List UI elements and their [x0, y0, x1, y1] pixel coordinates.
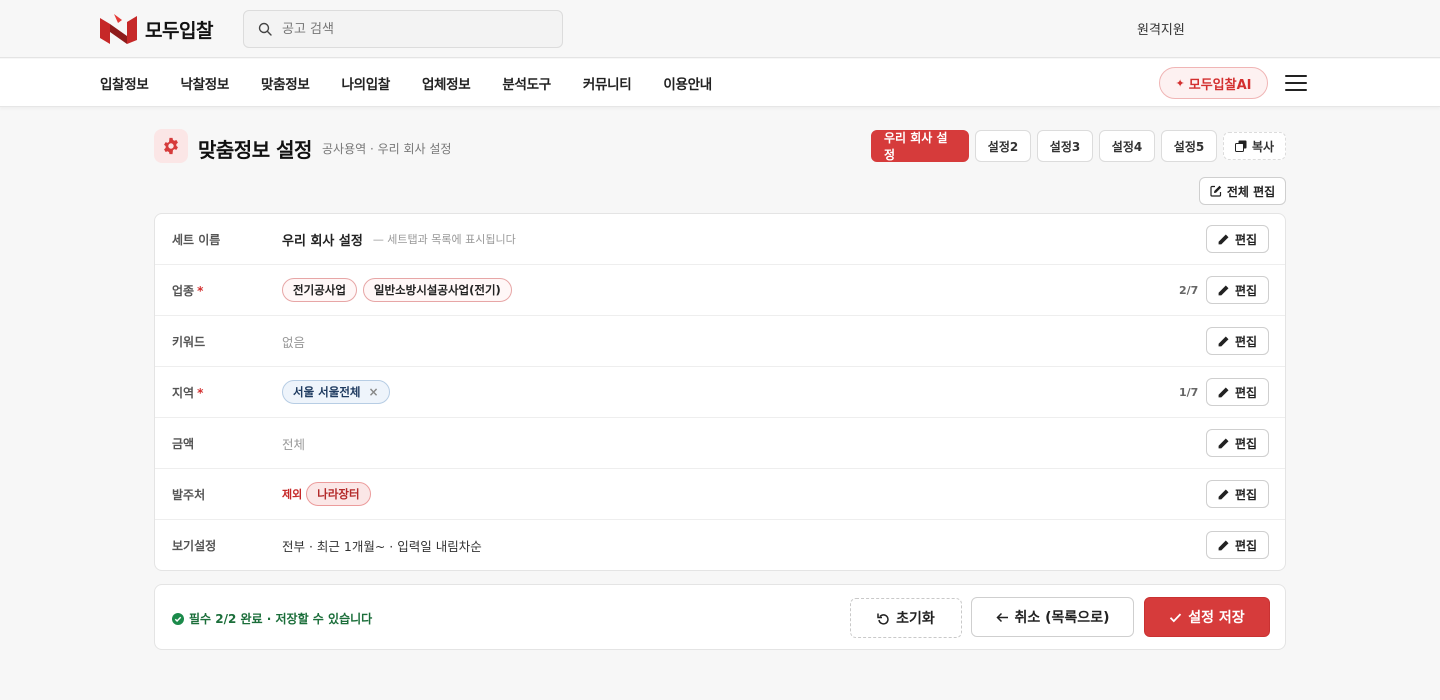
cancel-button[interactable]: 취소 (목록으로)	[971, 597, 1134, 637]
edit-label: 편집	[1234, 538, 1258, 553]
nav-item-custom-info[interactable]: 맞춤정보	[261, 73, 310, 93]
remove-icon[interactable]: ×	[368, 385, 378, 399]
status-message: 필수 2/2 완료 · 저장할 수 있습니다	[172, 610, 372, 627]
logo[interactable]: 모두입찰	[100, 14, 213, 44]
page-title: 맞춤정보 설정	[198, 138, 312, 162]
nav-item-community[interactable]: 커뮤니티	[583, 73, 632, 93]
copy-label: 복사	[1252, 139, 1275, 154]
tab-setting-4[interactable]: 설정4	[1099, 130, 1155, 162]
tab-setting-5[interactable]: 설정5	[1161, 130, 1217, 162]
row-amount: 금액 전체 편집	[155, 418, 1285, 469]
arrow-left-icon	[995, 612, 1008, 622]
amount-value: 전체	[282, 436, 306, 452]
remote-support-link[interactable]: 원격지원	[1137, 19, 1185, 38]
set-name-hint: — 세트탭과 목록에 표시됩니다	[372, 233, 516, 246]
keyword-value: 없음	[282, 334, 306, 350]
pencil-icon	[1218, 438, 1229, 448]
reset-label: 초기화	[896, 611, 935, 627]
edit-button-region[interactable]: 편집	[1206, 378, 1269, 406]
pencil-icon	[1218, 234, 1229, 244]
industry-count: 2/7	[1179, 283, 1199, 297]
region-chip: 서울 서울전체 ×	[282, 380, 390, 404]
main-nav: 입찰정보 낙찰정보 맞춤정보 나의입찰 업체정보 분석도구 커뮤니티 이용안내 …	[0, 59, 1440, 107]
copy-button[interactable]: 복사	[1223, 132, 1287, 160]
row-label: 지역 *	[172, 385, 204, 400]
orderer-chip[interactable]: 나라장터	[306, 482, 371, 506]
nav-item-my-bids[interactable]: 나의입찰	[341, 73, 390, 93]
edit-button-set-name[interactable]: 편집	[1206, 225, 1269, 253]
tab-setting-2[interactable]: 설정2	[975, 130, 1031, 162]
search-icon	[258, 22, 272, 36]
set-name-value: 우리 회사 설정	[282, 233, 363, 249]
edit-all-label: 전체 편집	[1226, 184, 1276, 199]
status-text: 필수 2/2 완료 · 저장할 수 있습니다	[189, 612, 373, 626]
view-settings-value: 전부 · 최근 1개월~ · 입력일 내림차순	[282, 539, 482, 554]
edit-label: 편집	[1234, 334, 1258, 349]
check-circle-icon	[172, 612, 184, 625]
settings-card: 세트 이름 우리 회사 설정 — 세트탭과 목록에 표시됩니다 편집 업종 * 전…	[154, 213, 1286, 571]
nav-item-bid-info[interactable]: 입찰정보	[100, 73, 149, 93]
cancel-label: 취소 (목록으로)	[1014, 610, 1110, 626]
ai-button-label: 모두입찰AI	[1188, 77, 1252, 93]
row-label: 키워드	[172, 334, 206, 349]
edit-label: 편집	[1234, 283, 1258, 298]
row-label: 보기설정	[172, 539, 217, 553]
edit-label: 편집	[1234, 385, 1258, 400]
search-input[interactable]	[282, 21, 542, 37]
edit-label: 편집	[1234, 436, 1258, 451]
edit-label: 편집	[1234, 487, 1258, 502]
industry-chip[interactable]: 전기공사업	[282, 278, 357, 302]
sparkle-icon: ✦	[1175, 76, 1185, 90]
pencil-icon	[1218, 387, 1229, 397]
edit-button-keyword[interactable]: 편집	[1206, 327, 1269, 355]
row-label: 세트 이름	[172, 232, 221, 247]
settings-tabs: 우리 회사 설정 설정2 설정3 설정4 설정5 복사	[871, 130, 1287, 162]
check-icon	[1170, 612, 1182, 622]
row-set-name: 세트 이름 우리 회사 설정 — 세트탭과 목록에 표시됩니다 편집	[155, 214, 1285, 265]
exclude-tag: 제외	[282, 488, 303, 501]
nav-item-company-info[interactable]: 업체정보	[422, 73, 471, 93]
region-chip-label: 서울 서울전체	[293, 385, 361, 399]
copy-icon	[1235, 140, 1247, 152]
row-region: 지역 * 서울 서울전체 × 1/7 편집	[155, 367, 1285, 418]
row-industry: 업종 * 전기공사업 일반소방시설공사업(전기) 2/7 편집	[155, 265, 1285, 316]
search-box[interactable]	[243, 10, 563, 48]
reset-button[interactable]: 초기화	[850, 598, 962, 638]
undo-icon	[877, 613, 889, 625]
gear-icon	[154, 129, 188, 163]
pencil-icon	[1218, 336, 1229, 346]
save-label: 설정 저장	[1188, 610, 1245, 626]
edit-button-view[interactable]: 편집	[1206, 531, 1269, 559]
pencil-icon	[1218, 540, 1229, 550]
nav-item-guide[interactable]: 이용안내	[663, 73, 712, 93]
footer-bar: 필수 2/2 완료 · 저장할 수 있습니다 초기화 취소 (목록으로) 설정 …	[154, 584, 1286, 650]
row-label: 업종 *	[172, 283, 204, 298]
row-orderer: 발주처 제외 나라장터 편집	[155, 469, 1285, 520]
region-count: 1/7	[1179, 385, 1199, 399]
nav-item-award-info[interactable]: 낙찰정보	[180, 73, 229, 93]
ai-button[interactable]: ✦ 모두입찰AI	[1159, 67, 1268, 99]
industry-chip[interactable]: 일반소방시설공사업(전기)	[362, 278, 512, 302]
save-button[interactable]: 설정 저장	[1144, 597, 1270, 637]
row-label: 발주처	[172, 487, 206, 502]
edit-label: 편집	[1234, 232, 1258, 247]
nav-item-analysis-tools[interactable]: 분석도구	[502, 73, 551, 93]
menu-icon[interactable]	[1285, 74, 1307, 92]
tab-our-company[interactable]: 우리 회사 설정	[871, 130, 969, 162]
pencil-icon	[1218, 285, 1229, 295]
logo-icon	[100, 14, 137, 44]
edit-all-button[interactable]: 전체 편집	[1199, 177, 1286, 205]
row-label: 금액	[172, 436, 195, 451]
breadcrumb: 공사용역 · 우리 회사 설정	[322, 142, 452, 156]
edit-square-icon	[1210, 185, 1222, 197]
row-view-settings: 보기설정 전부 · 최근 1개월~ · 입력일 내림차순 편집	[155, 520, 1285, 571]
edit-button-amount[interactable]: 편집	[1206, 429, 1269, 457]
top-header: 모두입찰 원격지원	[0, 0, 1440, 58]
pencil-icon	[1218, 489, 1229, 499]
logo-text: 모두입찰	[145, 19, 213, 42]
edit-button-orderer[interactable]: 편집	[1206, 480, 1269, 508]
edit-button-industry[interactable]: 편집	[1206, 276, 1269, 304]
row-keyword: 키워드 없음 편집	[155, 316, 1285, 367]
tab-setting-3[interactable]: 설정3	[1037, 130, 1093, 162]
